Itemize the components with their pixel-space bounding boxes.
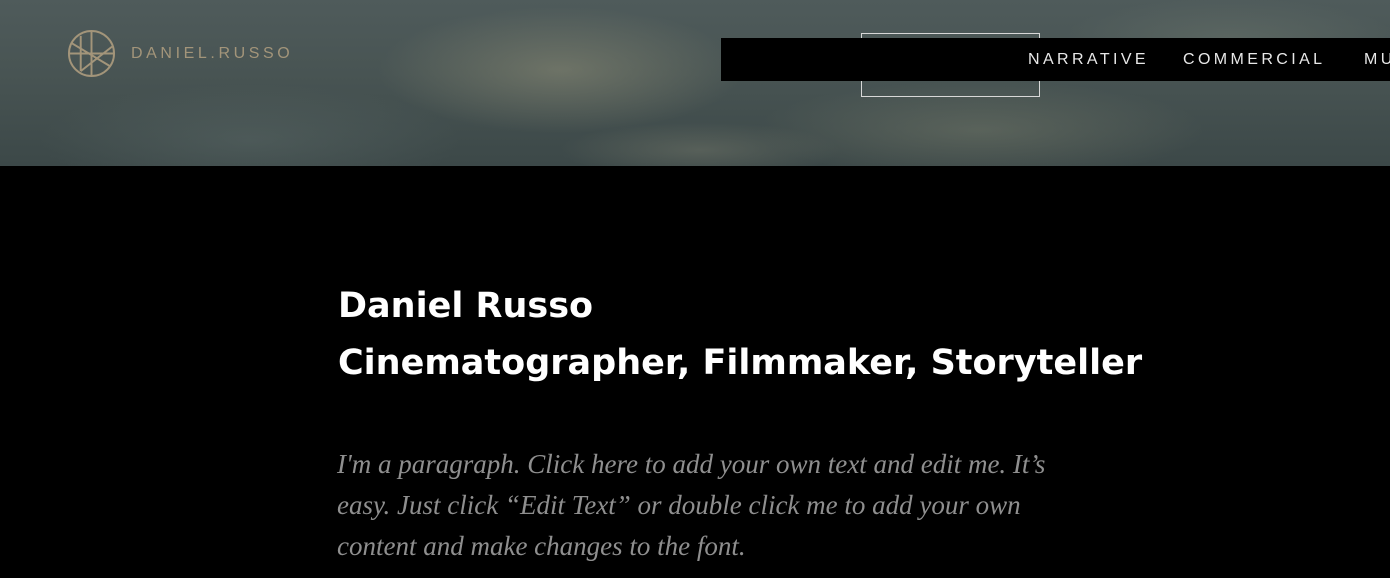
page-title-name: Daniel Russo (338, 286, 594, 326)
nav-item-music[interactable]: MU (1364, 51, 1390, 69)
intro-paragraph: I'm a paragraph. Click here to add your … (337, 444, 1117, 567)
nav-item-narrative[interactable]: NARRATIVE (1028, 51, 1149, 69)
hero-header-banner: DANIEL.RUSSO NARRATIVE COMMERCIAL MU (0, 0, 1390, 166)
paragraph-line: easy. Just click “Edit Text” or double c… (337, 490, 1021, 520)
logo-monogram-icon[interactable] (67, 29, 116, 78)
nav-item-commercial[interactable]: COMMERCIAL (1183, 51, 1325, 69)
paragraph-line: content and make changes to the font. (337, 531, 746, 561)
site-brand-name[interactable]: DANIEL.RUSSO (131, 45, 293, 63)
main-navigation: NARRATIVE COMMERCIAL MU (721, 38, 1390, 81)
page-subtitle-tagline: Cinematographer, Filmmaker, Storyteller (338, 343, 1143, 383)
paragraph-line: I'm a paragraph. Click here to add your … (337, 449, 1046, 479)
